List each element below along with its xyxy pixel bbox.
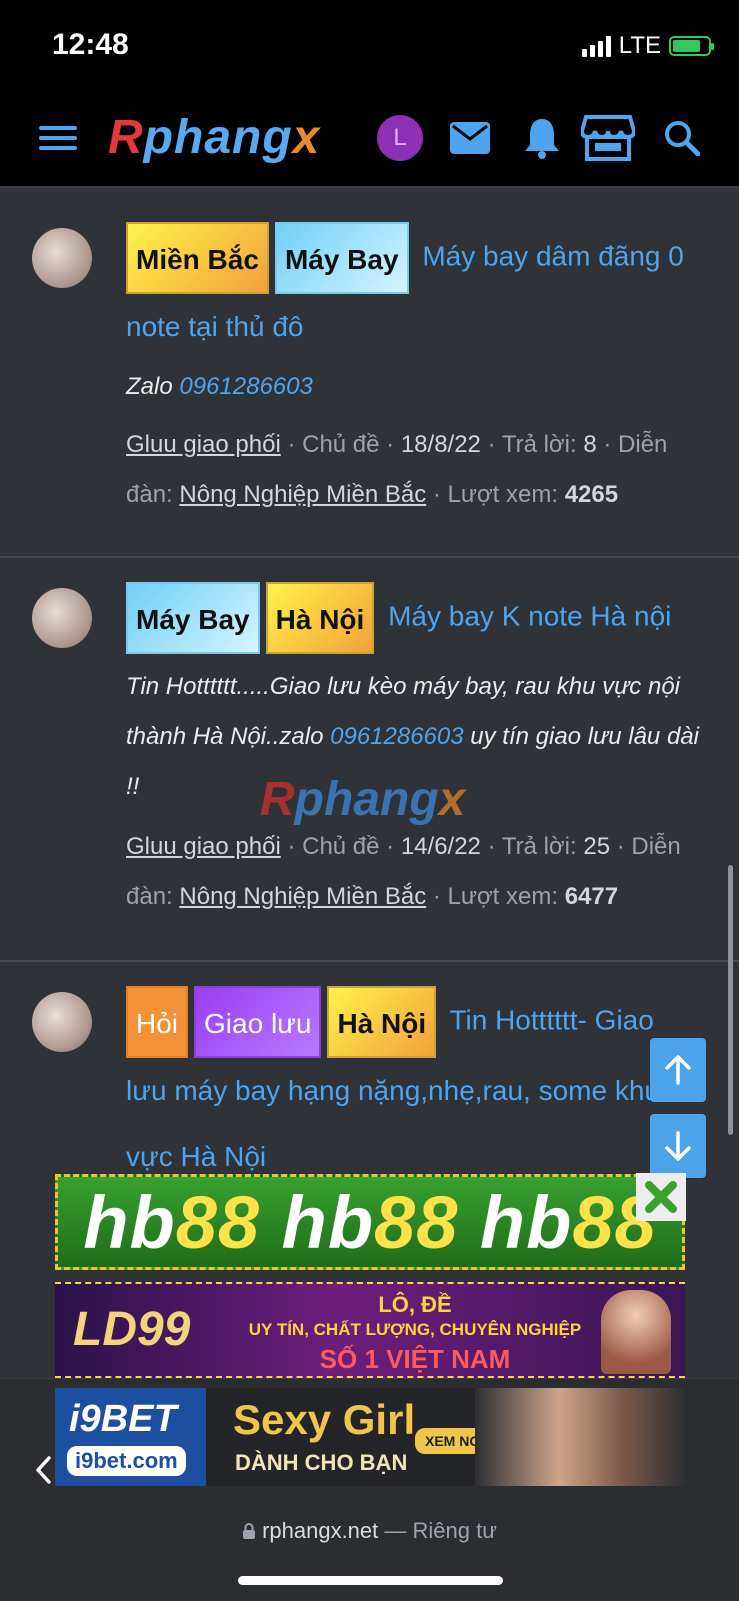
thread-meta: Gluu giao phối · Chủ đề · 14/6/22 · Trả … — [126, 833, 681, 910]
author-avatar[interactable] — [32, 228, 92, 288]
battery-icon — [669, 36, 714, 56]
battery-fill — [673, 40, 701, 52]
ad-text: UY TÍN, CHẤT LƯỢNG, CHUYÊN NGHIỆP — [248, 1320, 582, 1339]
arrow-down-icon — [665, 1131, 691, 1161]
snippet-text: Zalo — [126, 373, 180, 400]
thread-type: Chủ đề — [302, 431, 380, 458]
thread-meta: Gluu giao phối · Chủ đề · 18/8/22 · Trả … — [126, 431, 668, 508]
ad-subtext: DÀNH CHO BẠN — [235, 1450, 408, 1475]
forum-link[interactable]: Nông Nghiệp Miền Bắc — [179, 883, 426, 910]
replies-label: Trả lời: — [501, 431, 577, 458]
ad-text: 88 — [374, 1180, 459, 1264]
url-separator: — — [378, 1518, 413, 1543]
thread-tag[interactable]: Hà Nội — [265, 582, 375, 654]
thread-item[interactable]: Máy Bay Hà Nội Máy bay K note Hà nội Tin … — [0, 556, 739, 962]
forum-link[interactable]: Nông Nghiệp Miền Bắc — [179, 481, 426, 508]
scroll-top-button[interactable] — [650, 1038, 706, 1102]
logo-part-2: phang — [143, 111, 293, 164]
search-icon[interactable] — [652, 108, 712, 168]
ad-domain: i9bet.com — [67, 1446, 186, 1476]
browser-url-bar[interactable]: rphangx.net — Riêng tư — [0, 1518, 739, 1544]
ad-text: SỐ 1 VIỆT NAM — [319, 1344, 511, 1374]
thread-type: Chủ đề — [302, 833, 380, 860]
views-count: 4265 — [564, 481, 619, 508]
mail-icon[interactable] — [440, 108, 500, 168]
ad-banner-i9bet[interactable]: i9BET i9bet.com Sexy Girl DÀNH CHO BẠN X… — [55, 1388, 685, 1486]
ad-text: hb — [458, 1180, 573, 1264]
thread-date: 18/8/22 — [400, 431, 481, 458]
author-link[interactable]: Gluu giao phối — [126, 833, 281, 860]
network-label: LTE — [618, 32, 661, 59]
ad-brand: LD99 — [73, 1303, 191, 1356]
logo-part-3: x — [292, 111, 321, 164]
top-navbar: Rphangx L — [0, 90, 739, 188]
thread-item[interactable]: Miền Bắc Máy Bay Máy bay dâm đãng 0 note … — [0, 188, 739, 558]
menu-icon[interactable] — [28, 108, 88, 168]
arrow-up-icon — [665, 1055, 691, 1085]
status-time: 12:48 — [52, 28, 129, 61]
thread-tag[interactable]: Miền Bắc — [126, 222, 269, 294]
thread-tag[interactable]: Máy Bay — [274, 222, 409, 294]
author-avatar[interactable] — [32, 992, 92, 1052]
ad-close-button[interactable] — [636, 1173, 686, 1221]
watermark-part: R — [260, 773, 295, 826]
bell-icon[interactable] — [512, 108, 572, 168]
thread-title[interactable]: Máy bay K note Hà nội — [388, 600, 671, 631]
status-bar: 12:48 LTE — [0, 0, 739, 90]
thread-tag[interactable]: Hỏi — [126, 986, 189, 1058]
close-icon — [645, 1181, 677, 1213]
author-link[interactable]: Gluu giao phối — [126, 431, 281, 458]
ad-banner-ld99[interactable]: LD99 LÔ, ĐỀ UY TÍN, CHẤT LƯỢNG, CHUYÊN N… — [55, 1282, 685, 1378]
ad-headline: Sexy Girl — [233, 1396, 416, 1443]
browser-back-button[interactable] — [28, 1450, 58, 1490]
views-label: Lượt xem: — [447, 481, 559, 508]
views-count: 6477 — [564, 883, 619, 910]
account-button[interactable]: L — [370, 108, 430, 168]
thread-title-block[interactable]: Máy Bay Hà Nội Máy bay K note Hà nội — [126, 582, 699, 654]
private-mode-label: Riêng tư — [412, 1518, 497, 1543]
snippet-phone-link[interactable]: 0961286603 — [330, 723, 463, 750]
status-indicators: LTE — [581, 32, 714, 60]
thread-title-block[interactable]: Hỏi Giao lưu Hà Nội Tin Hotttttt- Giao lưu… — [126, 986, 699, 1190]
watermark-part: phang — [294, 773, 439, 826]
replies-count: 25 — [583, 833, 611, 860]
ad-text: hb — [260, 1180, 375, 1264]
url-domain: rphangx.net — [262, 1518, 379, 1543]
thread-tag[interactable]: Máy Bay — [126, 582, 260, 654]
watermark-logo: Rphangx — [260, 772, 465, 827]
author-avatar[interactable] — [32, 588, 92, 648]
scrollbar[interactable] — [728, 865, 733, 1135]
snippet-phone-link[interactable]: 0961286603 — [179, 373, 312, 400]
thread-tag[interactable]: Giao lưu — [194, 986, 322, 1058]
thread-tag[interactable]: Hà Nội — [327, 986, 437, 1058]
replies-count: 8 — [583, 431, 597, 458]
scroll-bottom-button[interactable] — [650, 1114, 706, 1178]
site-logo[interactable]: Rphangx — [108, 110, 320, 165]
ad-text: LÔ, ĐỀ — [378, 1292, 452, 1317]
thread-date: 14/6/22 — [400, 833, 481, 860]
ad-brand: i9BET — [69, 1398, 177, 1440]
home-indicator[interactable] — [238, 1576, 503, 1585]
ad-banner-hb88[interactable]: hb 88 hb 88 hb 88 — [55, 1174, 685, 1270]
watermark-part: x — [438, 773, 466, 826]
signal-icon — [581, 35, 611, 57]
store-icon[interactable] — [578, 108, 638, 168]
logo-part-1: R — [108, 111, 144, 164]
ad-image — [601, 1290, 671, 1374]
thread-snippet: Zalo 0961286603 — [126, 362, 699, 412]
lock-icon — [243, 1523, 256, 1539]
ad-image — [475, 1388, 685, 1486]
views-label: Lượt xem: — [447, 883, 559, 910]
ad-text: 88 — [175, 1180, 261, 1264]
ad-text: hb — [83, 1180, 176, 1264]
chevron-left-icon — [36, 1456, 51, 1484]
user-avatar: L — [377, 115, 423, 161]
thread-title-block[interactable]: Miền Bắc Máy Bay Máy bay dâm đãng 0 note … — [126, 222, 699, 360]
replies-label: Trả lời: — [501, 833, 577, 860]
